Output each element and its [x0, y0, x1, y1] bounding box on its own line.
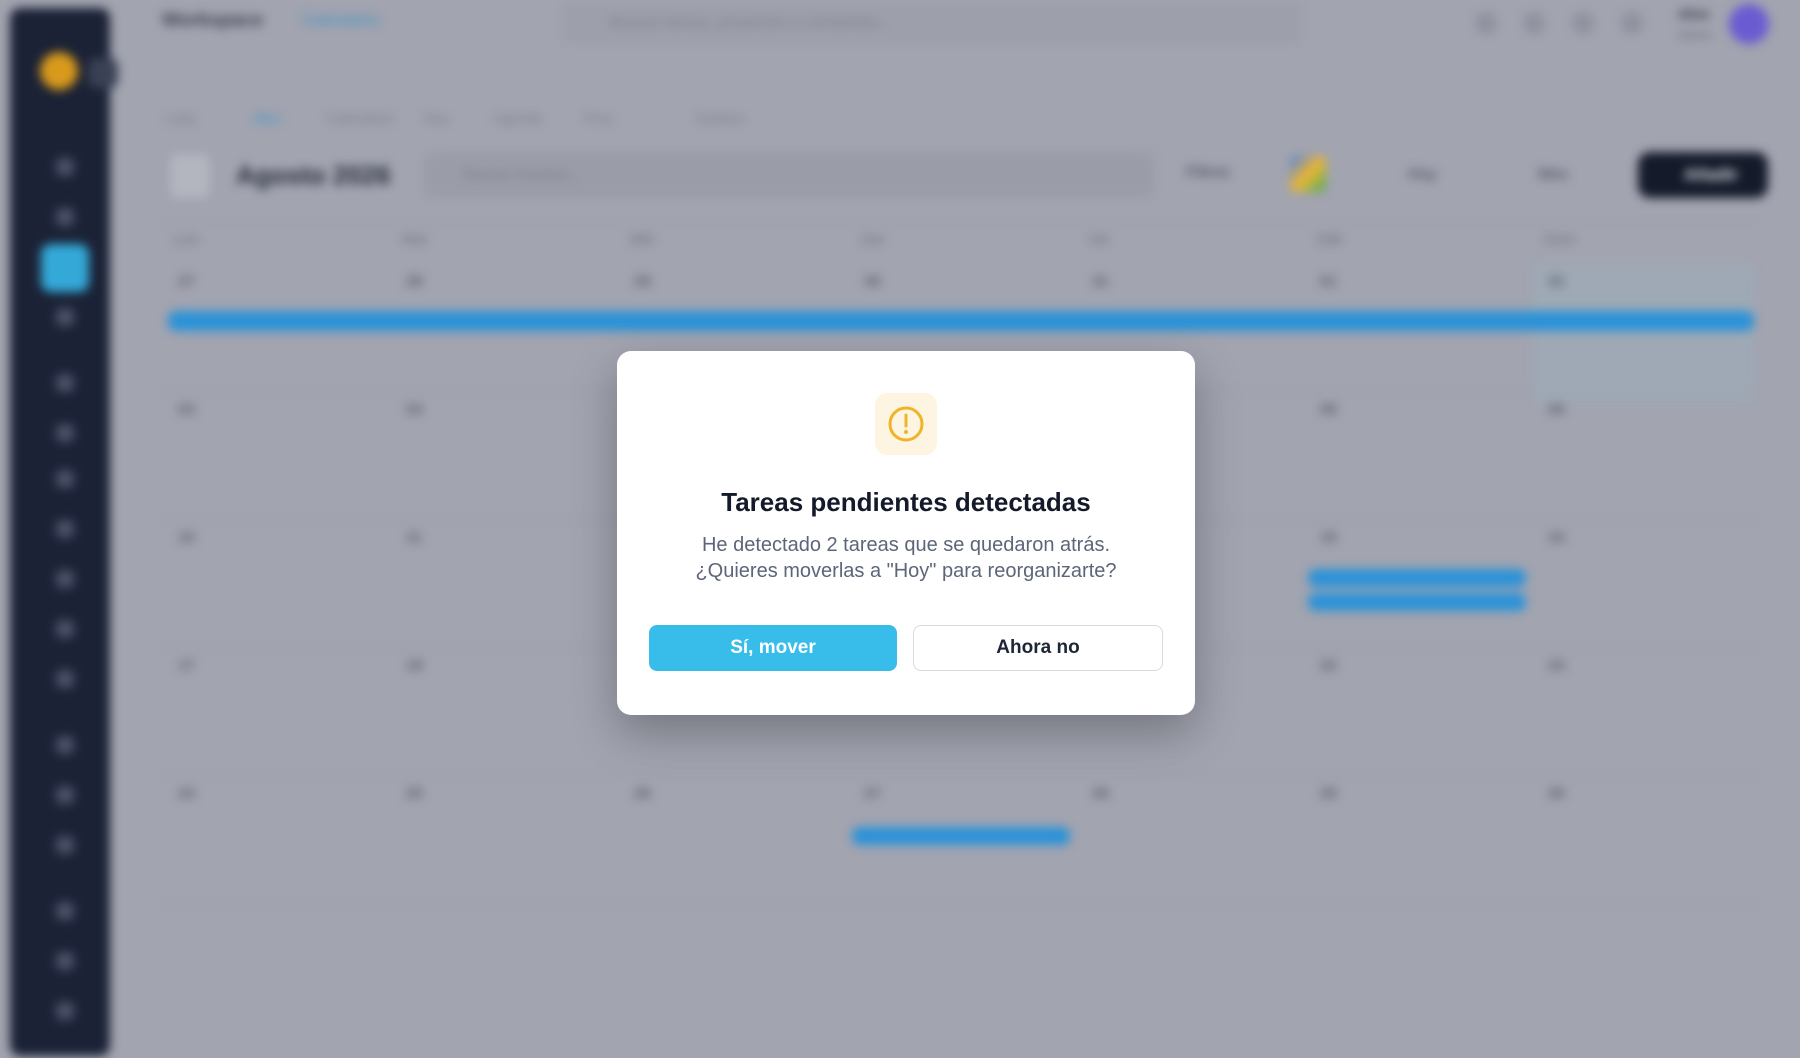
day-number[interactable]: 10	[178, 529, 195, 546]
day-number[interactable]: 09	[1548, 401, 1565, 418]
workspace-title: Workspace	[162, 10, 264, 31]
confirm-move-button[interactable]: Sí, mover	[649, 625, 897, 671]
help-icon[interactable]	[1475, 12, 1497, 34]
view-mode-value: Mes	[1538, 166, 1569, 183]
day-number[interactable]: 08	[1320, 401, 1337, 418]
day-number[interactable]: 30	[864, 273, 881, 290]
settings-icon[interactable]	[56, 952, 74, 970]
messages-icon[interactable]	[1572, 12, 1594, 34]
alert-icon-container	[875, 393, 937, 455]
day-number[interactable]: 31	[1092, 273, 1109, 290]
pending-tasks-dialog: Tareas pendientes detectadas He detectad…	[617, 351, 1195, 715]
weekday-header: Lun	[174, 231, 200, 248]
files-icon[interactable]	[56, 570, 74, 588]
day-number[interactable]: 30	[1548, 785, 1565, 802]
tab-lista[interactable]: Lista	[166, 110, 196, 126]
dismiss-button[interactable]: Ahora no	[913, 625, 1163, 671]
tab-proy[interactable]: Proy	[584, 110, 613, 126]
analytics-icon[interactable]	[56, 736, 74, 754]
tab-hoy[interactable]: Hoy	[424, 110, 449, 126]
day-number[interactable]: 03	[178, 401, 195, 418]
calendar-search-input[interactable]: Buscar eventos...	[424, 152, 1154, 198]
dialog-message-line: He detectado 2 tareas que se quedaron at…	[701, 534, 1111, 556]
google-calendar-icon[interactable]	[1290, 156, 1326, 192]
tasks-icon[interactable]	[56, 308, 74, 326]
weekday-header: Dom	[1544, 231, 1576, 248]
event-bar[interactable]	[168, 311, 1754, 331]
event-bar[interactable]	[1308, 569, 1526, 587]
weekday-header: Mar	[402, 231, 428, 248]
calendar-week: 24 25 26 27 28 29 30	[162, 775, 1762, 904]
weekday-header: Jue	[860, 231, 885, 248]
add-event-label: Añadir	[1684, 165, 1738, 184]
tab-mes[interactable]: Mes	[254, 110, 280, 126]
weekday-header: Sáb	[1316, 231, 1343, 248]
day-number[interactable]: 25	[406, 785, 423, 802]
app-logo	[40, 52, 78, 90]
settings-icon[interactable]	[1621, 12, 1643, 34]
sidebar	[10, 8, 118, 1056]
day-number[interactable]: 24	[178, 785, 195, 802]
day-number[interactable]: 18	[406, 657, 423, 674]
weekday-header: Mié	[630, 231, 655, 248]
integrations-icon[interactable]	[56, 836, 74, 854]
user-role: Admin	[1678, 28, 1713, 42]
dialog-message-line: ¿Quieres moverlas a "Hoy" para reorganiz…	[695, 560, 1117, 582]
calendar-nav-active[interactable]	[41, 244, 89, 292]
day-number[interactable]: 01	[1320, 273, 1337, 290]
reports-icon[interactable]	[56, 620, 74, 638]
global-search-placeholder: Buscar tareas, proyectos o comandos...	[610, 14, 892, 31]
day-number[interactable]: 02	[1548, 273, 1565, 290]
month-label: Agosto 2026	[236, 160, 391, 190]
docs-icon[interactable]	[56, 520, 74, 538]
today-button[interactable]: Hoy	[1408, 166, 1436, 184]
sidebar-toggle-button[interactable]	[88, 58, 118, 88]
event-bar[interactable]	[1308, 593, 1526, 611]
view-mode-select[interactable]: Mes	[1518, 152, 1622, 198]
day-number[interactable]: 27	[864, 785, 881, 802]
day-number[interactable]: 17	[178, 657, 195, 674]
day-number[interactable]: 23	[1548, 657, 1565, 674]
filters-button[interactable]: Filtros	[1186, 164, 1230, 182]
add-event-button[interactable]: Añadir	[1638, 152, 1768, 198]
team-icon[interactable]	[56, 670, 74, 688]
event-bar[interactable]	[852, 827, 1070, 845]
day-number[interactable]: 04	[406, 401, 423, 418]
day-number[interactable]: 26	[634, 785, 651, 802]
tab-kanban[interactable]: Kanban	[696, 110, 744, 126]
day-number[interactable]: 28	[406, 273, 423, 290]
calendar-date-icon	[170, 154, 210, 198]
home-icon[interactable]	[56, 158, 74, 176]
inbox-icon[interactable]	[56, 208, 74, 226]
dialog-title: Tareas pendientes detectadas	[721, 487, 1091, 517]
breadcrumb[interactable]: Calendario	[302, 12, 379, 30]
day-number[interactable]: 29	[1320, 785, 1337, 802]
logout-icon[interactable]	[56, 1002, 74, 1020]
weekday-header: Vie	[1088, 231, 1110, 248]
notifications-icon[interactable]	[1523, 12, 1545, 34]
day-number[interactable]: 22	[1320, 657, 1337, 674]
chat-icon[interactable]	[56, 470, 74, 488]
tab-agenda[interactable]: Agenda	[494, 110, 542, 126]
alert-circle-icon	[888, 406, 924, 442]
day-number[interactable]: 27	[178, 273, 195, 290]
avatar[interactable]	[1729, 4, 1769, 44]
day-number[interactable]: 28	[1092, 785, 1109, 802]
calendar-search-placeholder: Buscar eventos...	[464, 166, 580, 183]
user-name: Alex	[1678, 6, 1710, 23]
automation-icon[interactable]	[56, 786, 74, 804]
tab-calendario[interactable]: Calendario	[326, 110, 394, 126]
day-number[interactable]: 29	[634, 273, 651, 290]
help-icon[interactable]	[56, 902, 74, 920]
global-search-input[interactable]: Buscar tareas, proyectos o comandos...	[562, 2, 1302, 44]
notes-icon[interactable]	[56, 424, 74, 442]
calendar-header: Agosto 2026 Buscar eventos... Filtros Ho…	[162, 148, 1768, 204]
projects-icon[interactable]	[56, 374, 74, 392]
day-number[interactable]: 16	[1548, 529, 1565, 546]
day-number[interactable]: 15	[1320, 529, 1337, 546]
day-number[interactable]: 11	[406, 529, 422, 546]
dialog-message: He detectado 2 tareas que se quedaron at…	[667, 532, 1145, 584]
